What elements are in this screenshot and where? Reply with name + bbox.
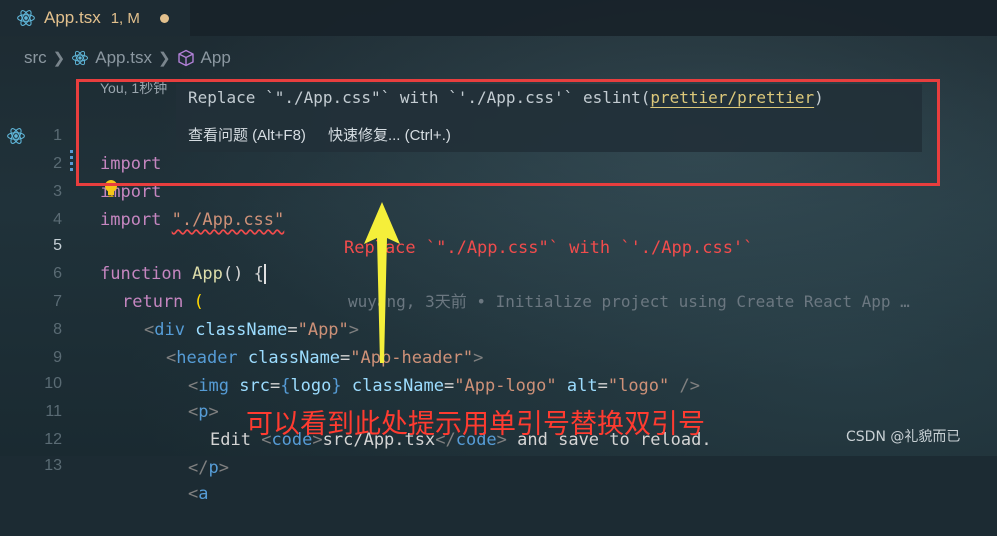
code-line[interactable]: 11 Edit <code>src/App.tsx</code> and sav… xyxy=(0,370,997,450)
chevron-right-icon: ❯ xyxy=(157,50,171,67)
tab-status: 1, M xyxy=(110,9,140,27)
git-modified-indicator xyxy=(70,150,73,172)
lightbulb-icon[interactable] xyxy=(102,178,120,198)
unsaved-dot-icon[interactable] xyxy=(159,13,169,23)
breadcrumb: src ❯ App.tsx ❯ App xyxy=(0,44,997,72)
lint-rule-link[interactable]: prettier/prettier xyxy=(650,88,814,107)
lint-message: Replace `"./App.css"` with `'./App.css'`… xyxy=(188,88,824,107)
view-problem-action[interactable]: 查看问题 (Alt+F8) xyxy=(188,124,306,145)
watermark: CSDN @礼貌而已 xyxy=(846,429,961,445)
chevron-right-icon: ❯ xyxy=(52,50,66,67)
code-line[interactable]: 7 <div className="App"> xyxy=(0,260,997,340)
line-number: 13 xyxy=(44,457,62,474)
tab-bar: App.tsx 1, M xyxy=(0,0,997,36)
tab-app-tsx[interactable]: App.tsx 1, M xyxy=(0,0,190,36)
tab-filename: App.tsx xyxy=(44,8,101,27)
arrow-up-icon xyxy=(364,202,400,363)
cube-icon xyxy=(177,49,194,67)
react-icon xyxy=(72,50,89,66)
jsx-tag: a xyxy=(198,484,209,504)
code-line[interactable]: 9 <img src={logo} className="App-logo" a… xyxy=(0,316,997,396)
breadcrumb-symbol[interactable]: App xyxy=(201,48,231,68)
code-line[interactable]: 5 function App() { wuyang, 3天前 • Initial… xyxy=(0,204,997,311)
code-line[interactable]: 6 return ( xyxy=(0,232,997,312)
breadcrumb-folder[interactable]: src xyxy=(24,48,47,68)
react-icon xyxy=(7,128,25,144)
jsx-tag: p xyxy=(208,458,219,478)
code-line[interactable]: 8 <header className="App-header"> xyxy=(0,288,997,368)
code-line[interactable]: 3 import "./App.css" Replace `"./App.css… xyxy=(0,150,997,258)
code-line[interactable]: 4 xyxy=(0,178,997,228)
lint-hover-tooltip[interactable]: Replace `"./App.css"` with `'./App.css'`… xyxy=(176,84,922,152)
breadcrumb-file[interactable]: App.tsx xyxy=(95,48,152,68)
quick-fix-action[interactable]: 快速修复... (Ctrl+.) xyxy=(328,124,451,145)
code-line[interactable]: 10 <p> xyxy=(0,342,997,422)
react-icon xyxy=(17,10,35,26)
annotation-text: 可以看到此处提示用单引号替换双引号 xyxy=(246,409,705,440)
